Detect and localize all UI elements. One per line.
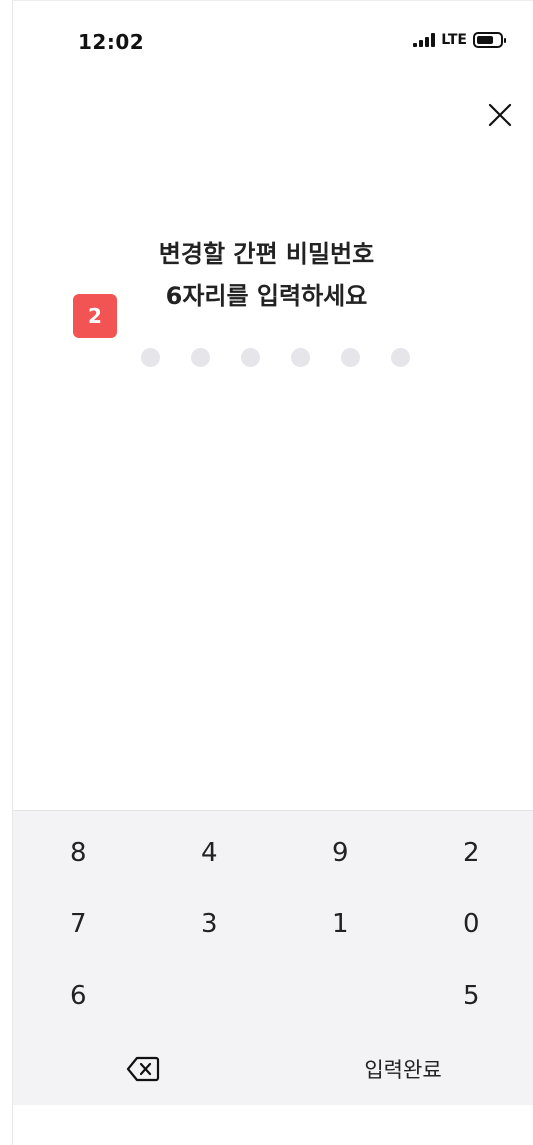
submit-button[interactable]: 입력완료 [273,1036,533,1102]
key-row1-col2[interactable]: 4 [201,817,331,889]
key-row1-col3[interactable]: 9 [332,817,462,889]
key-row3-col3[interactable] [332,960,462,1032]
pin-dot [191,348,210,367]
pin-dot [391,348,410,367]
battery-icon [473,32,506,48]
key-row3-col1[interactable]: 6 [70,960,200,1032]
network-type: LTE [441,32,467,48]
pin-dot [291,348,310,367]
key-row3-col2[interactable] [201,960,331,1032]
pin-indicator [141,348,410,367]
key-row2-col3[interactable]: 1 [332,888,462,960]
key-row1-col1[interactable]: 8 [70,817,200,889]
pin-dot [341,348,360,367]
pin-dot [241,348,260,367]
bottom-safe-area [13,1105,533,1145]
key-row3-col4[interactable]: 5 [463,960,533,1032]
pin-dot [141,348,160,367]
close-button[interactable] [485,100,515,130]
key-row1-col4[interactable]: 2 [463,817,533,889]
status-indicators: LTE [413,32,506,48]
backspace-button[interactable] [13,1036,273,1102]
key-row2-col4[interactable]: 0 [463,888,533,960]
step-badge: 2 [73,294,117,338]
status-time: 12:02 [78,30,145,54]
key-row2-col1[interactable]: 7 [70,888,200,960]
signal-icon [413,33,436,47]
key-row2-col2[interactable]: 3 [201,888,331,960]
prompt-title-line1: 변경할 간편 비밀번호 [158,240,375,268]
backspace-icon [126,1056,160,1082]
close-icon [488,103,512,127]
number-keypad: 8 4 9 2 7 3 1 0 6 5 입력완료 [13,810,533,1105]
